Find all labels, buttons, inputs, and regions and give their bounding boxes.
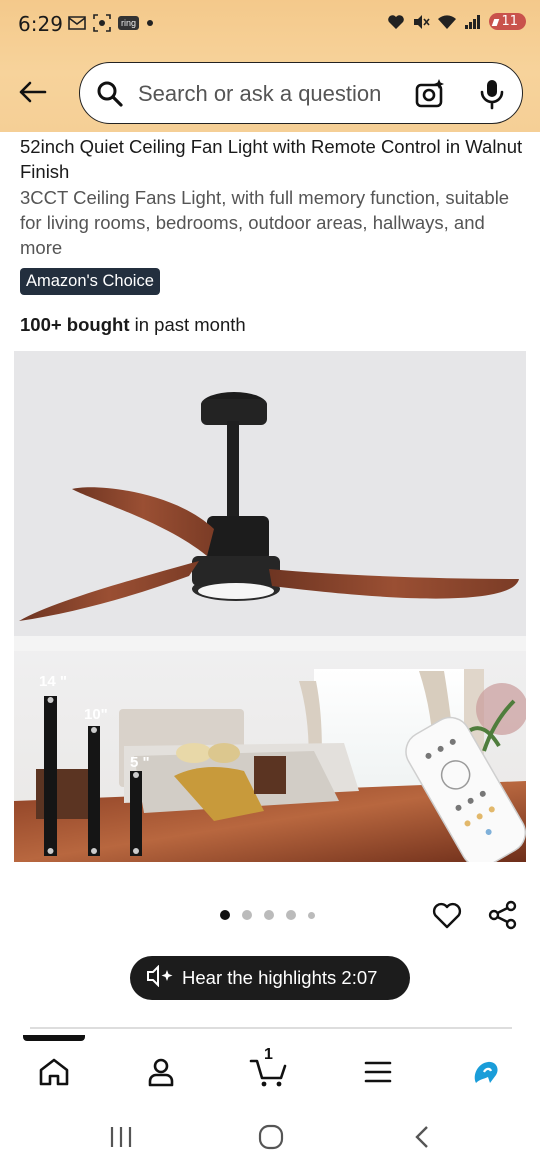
image-carousel-dots[interactable] <box>220 910 315 920</box>
purchase-count: 100+ bought in past month <box>20 314 246 335</box>
rod-label-10: 10" <box>84 706 108 723</box>
menu-icon <box>364 1061 392 1083</box>
product-image[interactable]: 14 " 10" 5 " <box>14 351 526 862</box>
home-circle-icon[interactable] <box>257 1124 285 1155</box>
mute-icon <box>412 14 431 30</box>
carousel-dot[interactable] <box>220 910 230 920</box>
carousel-dot[interactable] <box>286 910 296 920</box>
header: 6:29 ring 11 Search or ask a question <box>0 0 540 132</box>
recent-apps-icon[interactable] <box>108 1124 134 1155</box>
signal-icon <box>464 14 482 30</box>
search-input[interactable]: Search or ask a question <box>138 81 381 107</box>
nav-home[interactable] <box>32 1050 76 1094</box>
bottom-nav: 1 <box>0 1044 540 1100</box>
heart-status-icon <box>387 14 405 30</box>
carousel-dot[interactable] <box>242 910 252 920</box>
notification-dot-icon <box>146 19 154 27</box>
back-button[interactable] <box>14 74 50 110</box>
camera-search-icon[interactable] <box>414 78 446 115</box>
speaker-sparkle-icon <box>146 964 174 992</box>
rod-label-14: 14 " <box>39 673 67 690</box>
cart-count: 1 <box>264 1046 273 1063</box>
system-nav <box>0 1110 540 1170</box>
wifi-icon <box>437 14 457 30</box>
status-bar: 6:29 ring 11 <box>0 0 540 50</box>
arrow-left-icon <box>19 81 47 103</box>
product-info: 52inch Quiet Ceiling Fan Light with Remo… <box>20 134 525 336</box>
account-icon <box>148 1058 174 1087</box>
active-tab-indicator <box>23 1035 85 1041</box>
nav-cart[interactable]: 1 <box>247 1046 291 1094</box>
hear-highlights-button[interactable]: Hear the highlights 2:07 <box>130 956 410 1000</box>
home-icon <box>39 1058 69 1086</box>
nav-rufus[interactable] <box>464 1050 508 1094</box>
carousel-dot[interactable] <box>308 911 315 919</box>
nav-menu[interactable] <box>356 1050 400 1094</box>
gmail-icon <box>68 16 86 30</box>
nav-account[interactable] <box>139 1050 183 1094</box>
status-time: 6:29 <box>18 12 63 36</box>
carousel-dot[interactable] <box>264 910 274 920</box>
system-back-icon[interactable] <box>410 1124 436 1155</box>
share-icon[interactable] <box>487 899 519 936</box>
ring-icon: ring <box>118 16 140 30</box>
product-title[interactable]: 52inch Quiet Ceiling Fan Light with Remo… <box>20 134 525 184</box>
product-subtitle: 3CCT Ceiling Fans Light, with full memor… <box>20 187 510 258</box>
divider <box>30 1027 512 1029</box>
rufus-icon <box>474 1061 498 1083</box>
rod-label-5: 5 " <box>130 754 150 771</box>
microphone-icon[interactable] <box>478 78 506 115</box>
battery-icon: 11 <box>489 13 526 30</box>
search-icon <box>96 80 124 113</box>
screenshot-icon <box>93 14 111 32</box>
amazons-choice-badge[interactable]: Amazon's Choice <box>20 268 160 295</box>
search-bar[interactable]: Search or ask a question <box>79 62 523 124</box>
hear-highlights-label: Hear the highlights 2:07 <box>182 967 378 988</box>
wishlist-heart-icon[interactable] <box>431 899 463 936</box>
